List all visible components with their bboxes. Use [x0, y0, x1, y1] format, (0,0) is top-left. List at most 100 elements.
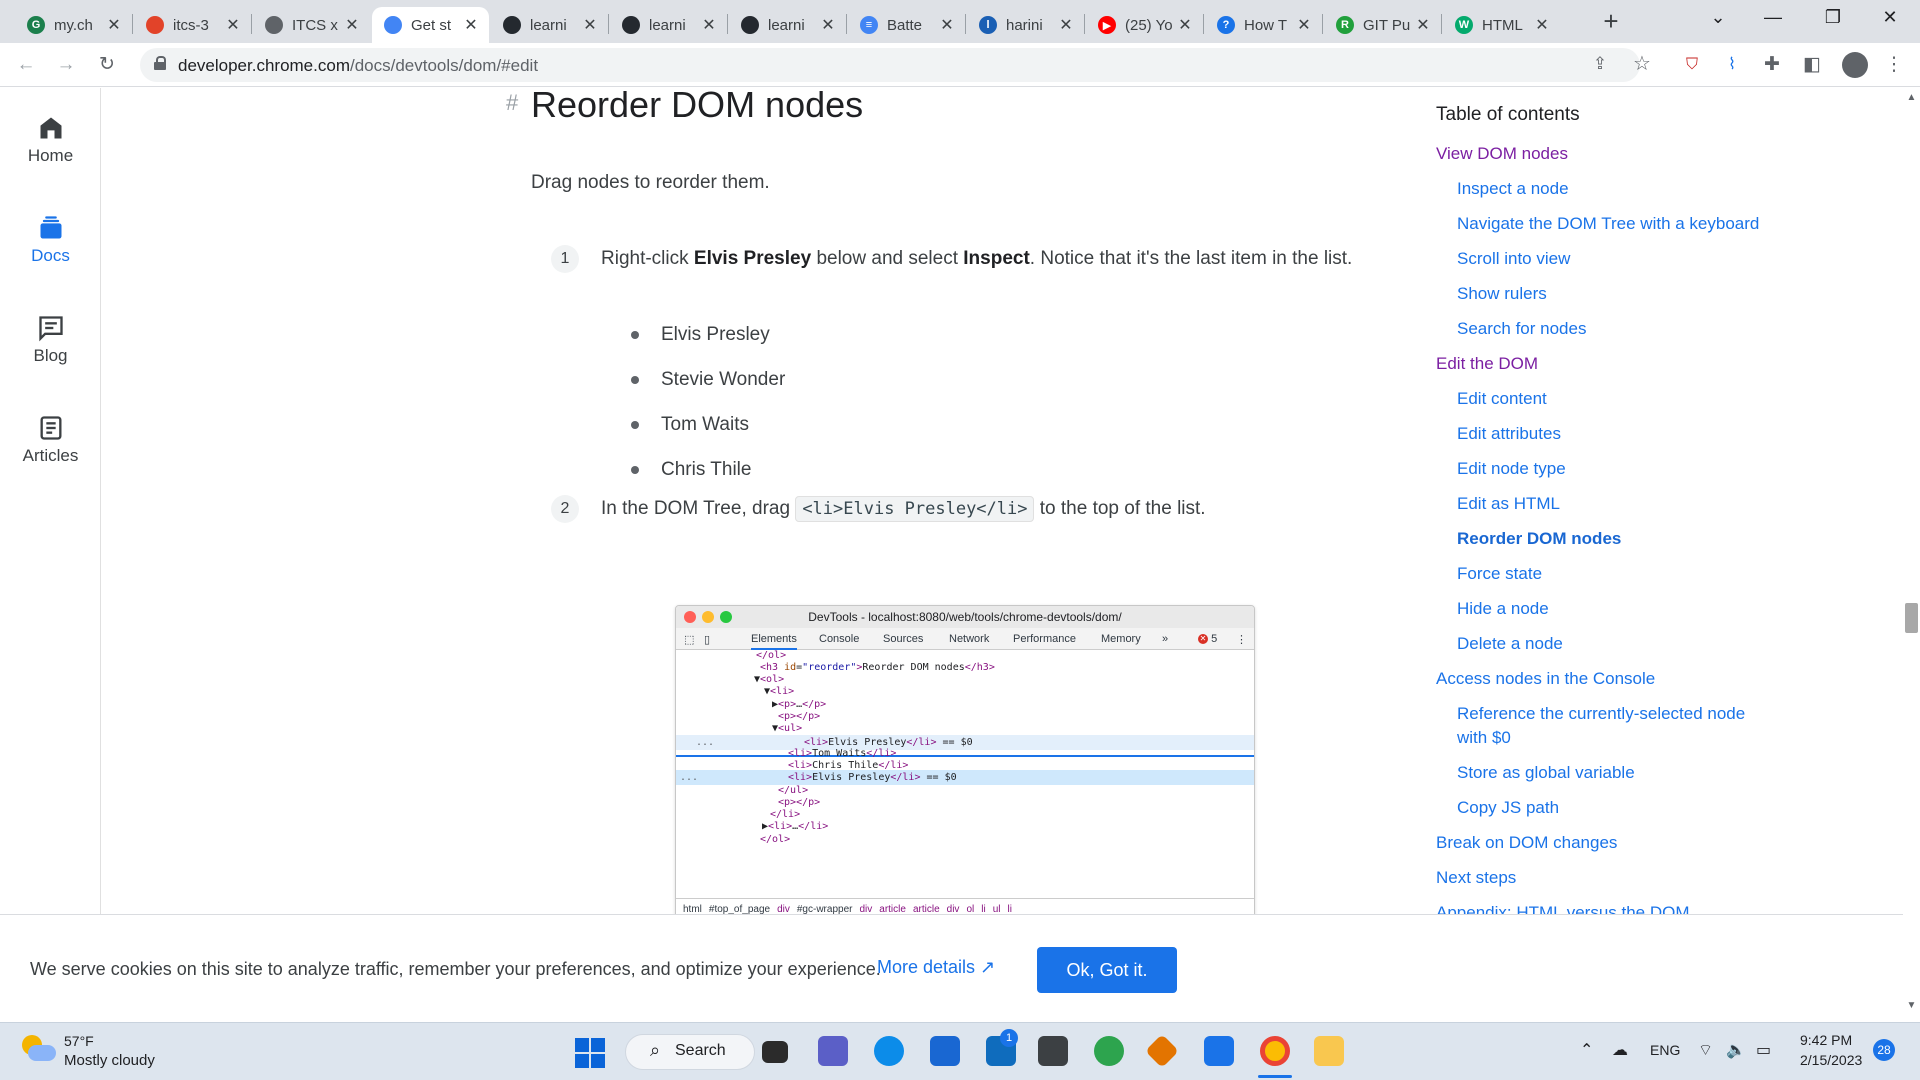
- tray-chevron-icon[interactable]: ⌃: [1580, 1040, 1593, 1060]
- tab-close-icon[interactable]: ✕: [582, 15, 598, 35]
- toc-item[interactable]: Show rulers: [1457, 284, 1547, 304]
- list-item[interactable]: Chris Thile: [631, 447, 785, 492]
- tab-close-icon[interactable]: ✕: [939, 15, 955, 35]
- toc-item[interactable]: Edit attributes: [1457, 424, 1561, 444]
- teams-chat-icon[interactable]: [818, 1036, 848, 1066]
- volume-icon[interactable]: 🔈: [1726, 1040, 1746, 1060]
- toc-item[interactable]: with $0: [1457, 728, 1511, 748]
- onedrive-cloud-icon[interactable]: ☁: [1612, 1040, 1628, 1060]
- toc-item[interactable]: Store as global variable: [1457, 763, 1635, 783]
- address-bar[interactable]: developer.chrome.com/docs/devtools/dom/#…: [140, 48, 1651, 82]
- bookmark-star-icon[interactable]: ☆: [1630, 52, 1654, 76]
- list-item[interactable]: Tom Waits: [631, 402, 785, 447]
- cookie-accept-button[interactable]: Ok, Got it.: [1037, 947, 1177, 993]
- tab-close-icon[interactable]: ✕: [1415, 15, 1431, 35]
- toc-item[interactable]: Edit node type: [1457, 459, 1566, 479]
- toc-item[interactable]: Force state: [1457, 564, 1542, 584]
- list-item[interactable]: Elvis Presley: [631, 312, 785, 357]
- clock-time[interactable]: 9:42 PM: [1800, 1032, 1852, 1048]
- tab-close-icon[interactable]: ✕: [1534, 15, 1550, 35]
- tab-close-icon[interactable]: ✕: [701, 15, 717, 35]
- chrome-taskbar-icon[interactable]: [1260, 1036, 1290, 1066]
- toc-item[interactable]: Hide a node: [1457, 599, 1549, 619]
- toc-item[interactable]: Navigate the DOM Tree with a keyboard: [1457, 214, 1759, 234]
- toc-item[interactable]: Copy JS path: [1457, 798, 1559, 818]
- browser-tab[interactable]: learni ✕: [610, 7, 727, 43]
- toc-item[interactable]: Next steps: [1436, 868, 1516, 888]
- tab-close-icon[interactable]: ✕: [820, 15, 836, 35]
- browser-tab[interactable]: ≡ Batte ✕: [848, 7, 965, 43]
- toc-item[interactable]: Access nodes in the Console: [1436, 669, 1655, 689]
- browser-tab[interactable]: ITCS x ✕: [253, 7, 370, 43]
- extension-shield-icon[interactable]: ⛉: [1680, 53, 1704, 77]
- tab-close-icon[interactable]: ✕: [344, 15, 360, 35]
- toc-item[interactable]: Edit as HTML: [1457, 494, 1560, 514]
- windows-start-icon[interactable]: [575, 1038, 605, 1068]
- list-item[interactable]: Stevie Wonder: [631, 357, 785, 402]
- tab-search-chevron-icon[interactable]: ⌄: [1703, 7, 1733, 28]
- clock-date[interactable]: 2/15/2023: [1800, 1052, 1862, 1068]
- tab-close-icon[interactable]: ✕: [1296, 15, 1312, 35]
- browser-tab[interactable]: Gmy.ch ✕: [15, 7, 132, 43]
- browser-tab[interactable]: itcs-3 ✕: [134, 7, 251, 43]
- lock-icon[interactable]: [154, 56, 166, 70]
- browser-tab[interactable]: Get st ✕: [372, 7, 489, 43]
- tab-close-icon[interactable]: ✕: [225, 15, 241, 35]
- toc-item[interactable]: Edit content: [1457, 389, 1547, 409]
- wifi-icon[interactable]: ⌔: [1698, 1040, 1713, 1060]
- calculator-icon[interactable]: [1038, 1036, 1068, 1066]
- heading-anchor-link[interactable]: #: [506, 90, 518, 116]
- task-view-icon[interactable]: [762, 1041, 788, 1063]
- tab-close-icon[interactable]: ✕: [1058, 15, 1074, 35]
- rail-item-home[interactable]: Home: [0, 114, 101, 166]
- minimize-button[interactable]: —: [1758, 7, 1788, 28]
- toc-item[interactable]: Inspect a node: [1457, 179, 1569, 199]
- rail-item-blog[interactable]: Blog: [0, 314, 101, 366]
- tab-close-icon[interactable]: ✕: [463, 15, 479, 35]
- profile-avatar[interactable]: [1842, 52, 1868, 78]
- menu-kebab-icon[interactable]: ⋮: [1882, 53, 1906, 77]
- back-arrow-icon[interactable]: ←: [14, 53, 38, 77]
- rail-item-docs[interactable]: Docs: [0, 214, 101, 266]
- edge-icon[interactable]: [874, 1036, 904, 1066]
- notification-count-badge[interactable]: 28: [1873, 1039, 1895, 1061]
- more-details-link[interactable]: More details ↗: [877, 957, 995, 978]
- edge-dev-icon[interactable]: [1094, 1036, 1124, 1066]
- url-text[interactable]: developer.chrome.com/docs/devtools/dom/#…: [178, 56, 538, 76]
- app-diamond-icon[interactable]: [1145, 1034, 1179, 1068]
- toc-item[interactable]: View DOM nodes: [1436, 144, 1568, 164]
- toc-item[interactable]: Search for nodes: [1457, 319, 1586, 339]
- store-icon[interactable]: [930, 1036, 960, 1066]
- browser-tab[interactable]: ? How T ✕: [1205, 7, 1322, 43]
- weather-description[interactable]: Mostly cloudy: [64, 1052, 155, 1069]
- maximize-button[interactable]: ❐: [1818, 7, 1848, 28]
- toc-item[interactable]: Scroll into view: [1457, 249, 1570, 269]
- browser-tab[interactable]: learni ✕: [491, 7, 608, 43]
- scroll-up-arrow-icon[interactable]: ▲: [1905, 92, 1918, 103]
- scrollbar-thumb[interactable]: [1905, 603, 1918, 633]
- browser-tab[interactable]: learni ✕: [729, 7, 846, 43]
- side-panel-icon[interactable]: ◧: [1800, 53, 1824, 77]
- new-tab-button[interactable]: +: [1598, 8, 1624, 34]
- close-window-button[interactable]: ✕: [1875, 7, 1905, 28]
- battery-icon[interactable]: ▭: [1756, 1040, 1771, 1060]
- toc-item[interactable]: Break on DOM changes: [1436, 833, 1617, 853]
- scroll-down-arrow-icon[interactable]: ▼: [1905, 1000, 1918, 1011]
- toc-item[interactable]: Edit the DOM: [1436, 354, 1538, 374]
- rail-item-articles[interactable]: Articles: [0, 414, 101, 466]
- tab-close-icon[interactable]: ✕: [1177, 15, 1193, 35]
- browser-tab[interactable]: ▶ (25) Yo ✕: [1086, 7, 1203, 43]
- toc-item-current[interactable]: Reorder DOM nodes: [1457, 529, 1621, 549]
- forward-arrow-icon[interactable]: →: [54, 53, 78, 77]
- notepad-icon[interactable]: [1204, 1036, 1234, 1066]
- extension-clip-icon[interactable]: ⌇: [1720, 53, 1744, 77]
- extensions-puzzle-icon[interactable]: ✚: [1760, 53, 1784, 77]
- tab-close-icon[interactable]: ✕: [106, 15, 122, 35]
- toc-item[interactable]: Delete a node: [1457, 634, 1563, 654]
- weather-temperature[interactable]: 57°F: [64, 1033, 94, 1049]
- share-icon[interactable]: ⇪: [1588, 52, 1612, 76]
- weather-cloud-icon[interactable]: [22, 1035, 56, 1065]
- browser-tab[interactable]: R GIT Pu ✕: [1324, 7, 1441, 43]
- browser-tab[interactable]: W HTML ✕: [1443, 7, 1560, 43]
- browser-tab[interactable]: l harini ✕: [967, 7, 1084, 43]
